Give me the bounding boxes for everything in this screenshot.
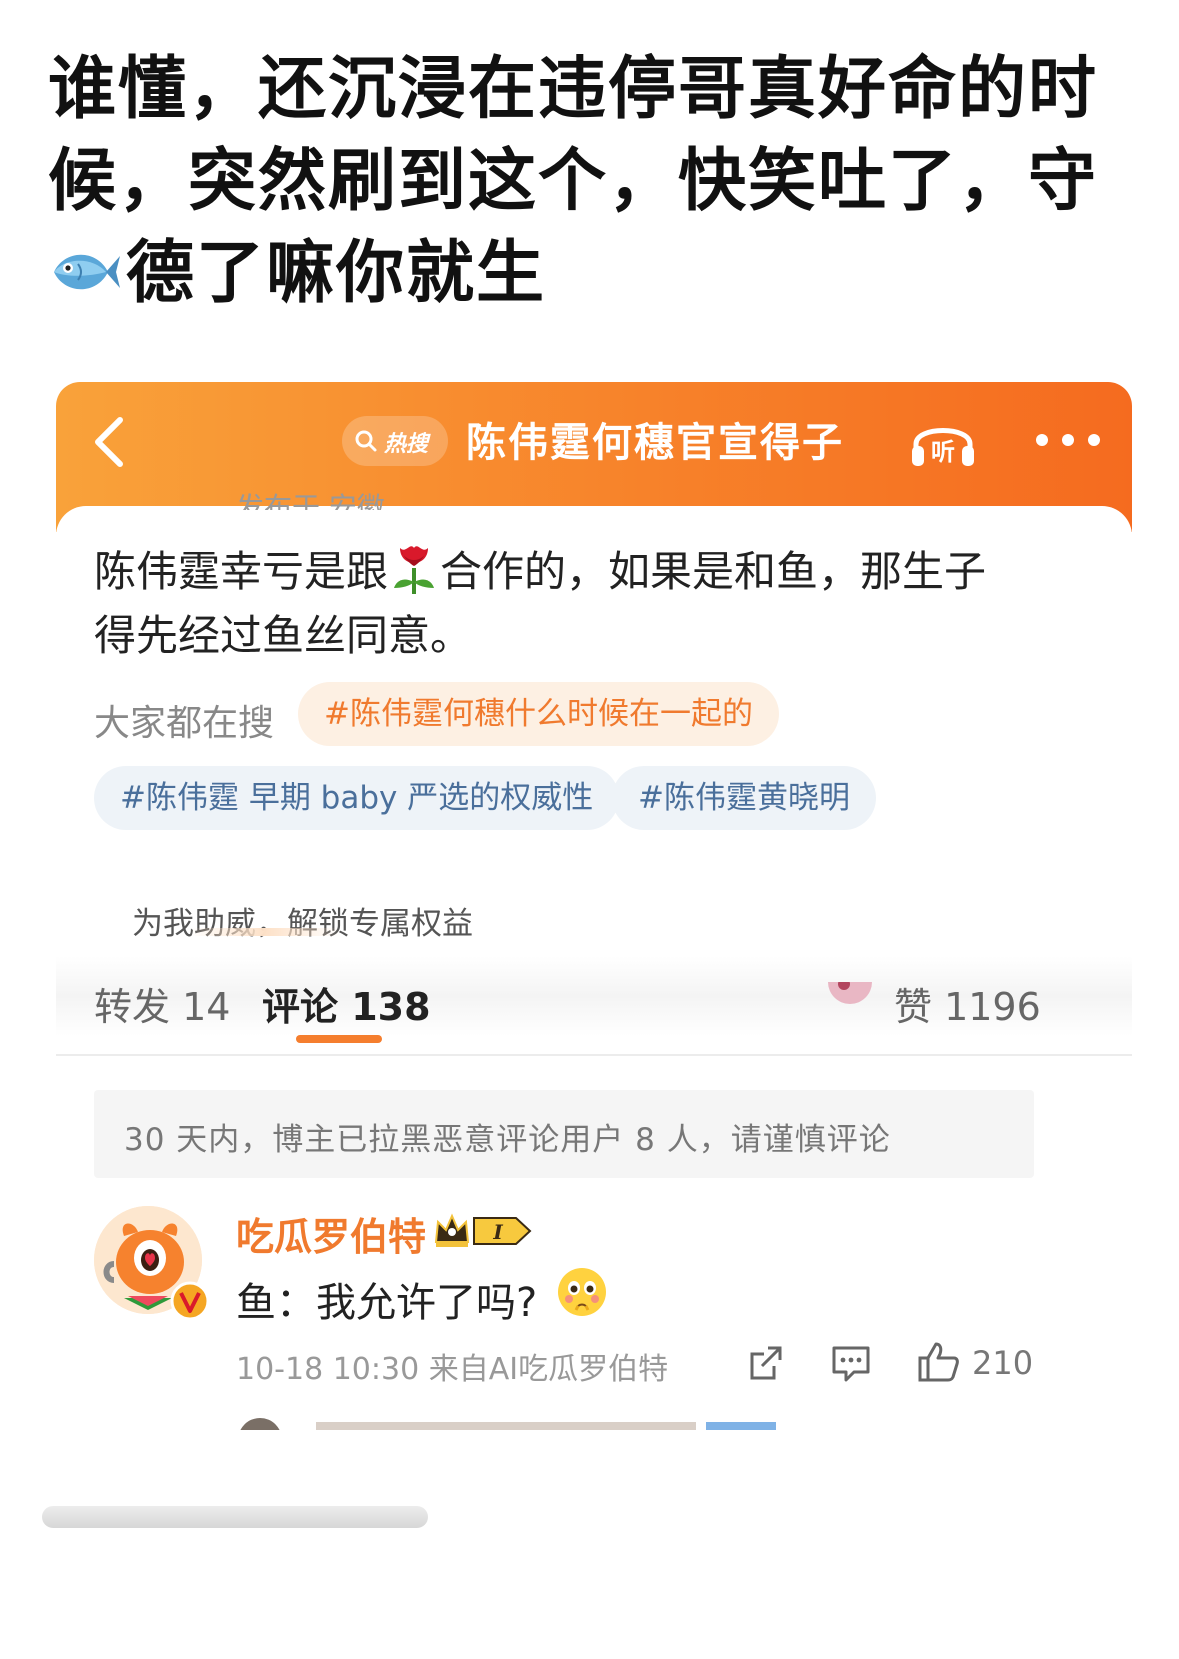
reply-text: 鱼：我允许了吗? (236, 1280, 538, 1326)
chevron-left-icon[interactable] (82, 412, 142, 472)
tab-repost[interactable]: 转发 14 (94, 982, 230, 1028)
headphones-icon[interactable]: 听 (908, 412, 978, 470)
shy-face-emoji-icon (558, 1268, 606, 1316)
like-count: 210 (972, 1344, 1034, 1382)
post-title-line1: 谁懂，还沉浸在违停哥真好命的时 (48, 50, 1099, 129)
post-title: 谁懂，还沉浸在违停哥真好命的时 候，突然刷到这个，快笑吐了，守 德了嘛你就生 (48, 44, 1128, 320)
featured-comment-part1: 陈伟霆幸亏是跟 (94, 547, 389, 596)
verified-badge-icon (170, 1281, 210, 1321)
crown-icon (434, 1213, 470, 1247)
fish-emoji-icon (54, 254, 120, 290)
next-comment-cut (240, 1418, 776, 1430)
hashtag-chip[interactable]: #陈伟霆黄晓明 (612, 766, 876, 830)
hashtag-chip[interactable]: #陈伟霆何穗什么时候在一起的 (298, 682, 779, 746)
post-meta-cut: 发布于 安徽 (236, 491, 385, 510)
comment-tabs: 转发 14 评论 138 赞 1196 (56, 982, 1132, 1028)
featured-comment-line2: 得先经过鱼丝同意。 (94, 611, 473, 660)
search-icon (355, 430, 377, 452)
active-tab-indicator (296, 1035, 382, 1043)
comment-notice-text: 30 天内，博主已拉黑恶意评论用户 8 人，请谨慎评论 (124, 1122, 891, 1158)
level-badge: I (473, 1217, 532, 1245)
topic-body: 发布于 安徽 陈伟霆幸亏是跟 合作的，如果是和鱼，那生子 得先经过鱼丝同意。 大… (56, 491, 1132, 1522)
post-title-line3: 德了嘛你就生 (48, 228, 1128, 320)
thumbs-up-icon[interactable] (916, 1340, 960, 1384)
everyone-searching-label: 大家都在搜 (94, 703, 275, 744)
comment-icon[interactable] (830, 1344, 872, 1384)
rose-emoji-icon (394, 546, 435, 594)
post-title-line2: 候，突然刷到这个，快笑吐了，守 (48, 142, 1099, 221)
hashtag-chip[interactable]: #陈伟霆 早期 baby 严选的权威性 (94, 766, 620, 830)
tab-likes[interactable]: 赞 1196 (894, 982, 1041, 1028)
support-prompt[interactable]: 为我助威，解锁专属权益 (132, 898, 473, 943)
share-icon[interactable] (746, 1344, 786, 1384)
post-title-line3-text: 德了嘛你就生 (126, 234, 547, 313)
liker-avatar (828, 982, 872, 1004)
hot-search-pill[interactable]: 热搜 (342, 416, 448, 466)
more-dots-icon[interactable] (1032, 428, 1104, 452)
weibo-screenshot-card: 热搜 陈伟霆何穗官宣得子 听 发布于 安徽 陈伟霆幸亏是跟 合作的，如果是和鱼，… (56, 382, 1132, 1522)
reply-meta: 10-18 10:30 来自AI吃瓜罗伯特 (236, 1352, 669, 1387)
topic-title: 陈伟霆何穗官宣得子 (466, 420, 844, 466)
commenter-username[interactable]: 吃瓜罗伯特 (236, 1206, 426, 1261)
listen-label: 听 (931, 438, 955, 466)
hot-search-label: 热搜 (384, 432, 429, 457)
level-badge-text: I (492, 1220, 503, 1244)
featured-comment-part2: 合作的，如果是和鱼，那生子 (440, 547, 987, 596)
support-underline (190, 928, 340, 936)
tabs-divider (56, 1054, 1132, 1056)
featured-comment: 陈伟霆幸亏是跟 合作的，如果是和鱼，那生子 得先经过鱼丝同意。 (94, 538, 1084, 668)
comment-notice: 30 天内，博主已拉黑恶意评论用户 8 人，请谨慎评论 (94, 1090, 1034, 1178)
tab-comments[interactable]: 评论 138 (262, 982, 431, 1028)
home-indicator (42, 1506, 428, 1528)
